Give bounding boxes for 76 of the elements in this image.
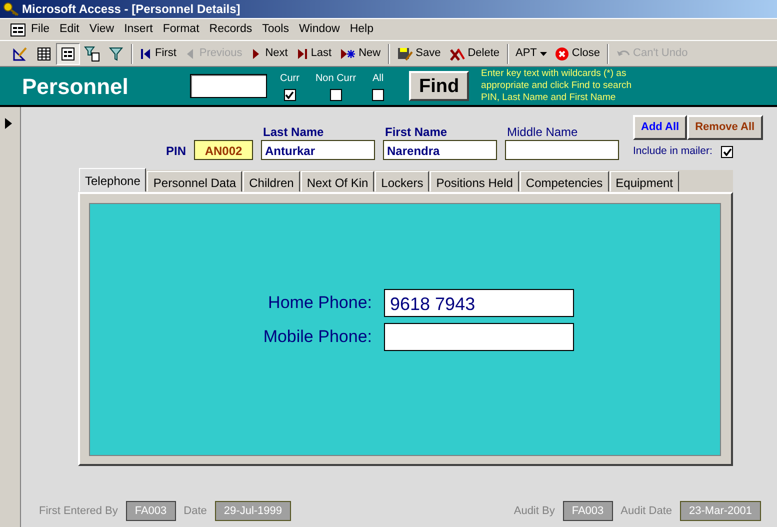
menu-item[interactable]: Format xyxy=(158,18,204,40)
find-button[interactable]: Find xyxy=(409,71,470,101)
new-button[interactable]: New xyxy=(336,42,385,64)
audit-label: Audit Date xyxy=(620,504,672,519)
mailer-checkbox[interactable] xyxy=(721,146,734,158)
text-field[interactable]: Anturkar xyxy=(261,140,376,160)
filter-icon xyxy=(108,46,124,62)
menu-item[interactable]: Help xyxy=(344,18,379,40)
mailer-label: Include in mailer: xyxy=(633,144,712,159)
caret-icon xyxy=(540,52,547,56)
filter-label: Curr xyxy=(280,72,300,86)
form-title: Personnel xyxy=(22,72,130,100)
new-record-icon xyxy=(340,46,356,60)
record-pointer-icon xyxy=(5,118,12,129)
tab[interactable]: Personnel Data xyxy=(147,170,242,192)
first-record-icon xyxy=(140,46,152,60)
filter-checkbox[interactable] xyxy=(372,89,384,101)
search-hint: Enter key text with wildcards (*) as appropriate and click Find to search PIN, Last Name and First Name xyxy=(481,68,633,104)
key-icon xyxy=(3,2,19,16)
last-button[interactable]: Last xyxy=(292,42,336,64)
phone-field[interactable]: 9618 7943 xyxy=(384,288,574,317)
close-icon xyxy=(554,46,569,60)
audit-value: 29-Jul-1999 xyxy=(214,500,292,522)
save-button[interactable]: Save xyxy=(392,42,445,64)
menu-item[interactable]: Window xyxy=(294,18,345,40)
tab[interactable]: Next Of Kin xyxy=(300,170,374,192)
field-label: Middle Name xyxy=(506,124,579,140)
filter-label: All xyxy=(372,72,384,86)
filter-label: Non Curr xyxy=(315,72,356,86)
audit-value: 23-Mar-2001 xyxy=(680,500,761,522)
filter-checkbox[interactable] xyxy=(284,89,296,101)
tab[interactable]: Children xyxy=(243,170,300,192)
phone-field[interactable] xyxy=(384,322,574,351)
tab[interactable]: Positions Held xyxy=(430,170,519,192)
menu-item[interactable]: Records xyxy=(204,18,258,40)
menu-item[interactable]: Insert xyxy=(119,18,158,40)
tab[interactable]: Equipment xyxy=(610,170,680,192)
window-title: Microsoft Access - [Personnel Details] xyxy=(22,1,240,18)
cross-mark-icon xyxy=(448,46,465,60)
phone-label: Home Phone: xyxy=(267,292,373,314)
text-field[interactable] xyxy=(505,140,620,160)
delete-button[interactable]: Delete xyxy=(444,42,504,64)
form-icon xyxy=(10,22,26,36)
tab[interactable]: Telephone xyxy=(79,168,146,192)
form-icon xyxy=(60,46,76,62)
menu-item[interactable]: Tools xyxy=(257,18,294,40)
phone-label: Mobile Phone: xyxy=(262,326,373,348)
triangle-pencil-icon xyxy=(12,46,28,62)
tab[interactable]: Lockers xyxy=(375,170,430,192)
dropdown-button[interactable]: APT xyxy=(512,42,551,64)
audit-label: First Entered By xyxy=(39,504,118,519)
audit-label: Audit By xyxy=(514,504,555,519)
audit-value: FA003 xyxy=(126,500,176,522)
form-view-button[interactable] xyxy=(56,42,80,64)
search-field[interactable] xyxy=(190,74,267,98)
audit-label: Date xyxy=(184,504,207,519)
field-label: First Name xyxy=(384,124,448,140)
funnel-form-icon xyxy=(84,46,100,62)
filter-checkbox[interactable] xyxy=(330,89,342,101)
menu-item[interactable]: Edit xyxy=(54,18,84,40)
floppy-pencil-icon xyxy=(396,46,413,60)
action-button[interactable]: Add All xyxy=(633,115,688,140)
last-record-icon xyxy=(296,46,308,60)
pin-label: PIN xyxy=(166,142,186,159)
grid-icon xyxy=(36,46,52,62)
menu-item[interactable]: File xyxy=(26,18,55,40)
first-button[interactable]: First xyxy=(136,42,180,64)
text-field[interactable]: Narendra xyxy=(383,140,498,160)
audit-value: FA003 xyxy=(562,500,613,522)
next-button[interactable]: Next xyxy=(246,42,292,64)
close-button[interactable]: Close xyxy=(550,42,604,64)
action-button[interactable]: Remove All xyxy=(687,115,763,140)
menu-item[interactable]: View xyxy=(84,18,120,40)
field-label: Last Name xyxy=(262,124,325,140)
pin-field[interactable]: AN002 xyxy=(194,140,254,160)
tab[interactable]: Competencies xyxy=(520,170,609,192)
